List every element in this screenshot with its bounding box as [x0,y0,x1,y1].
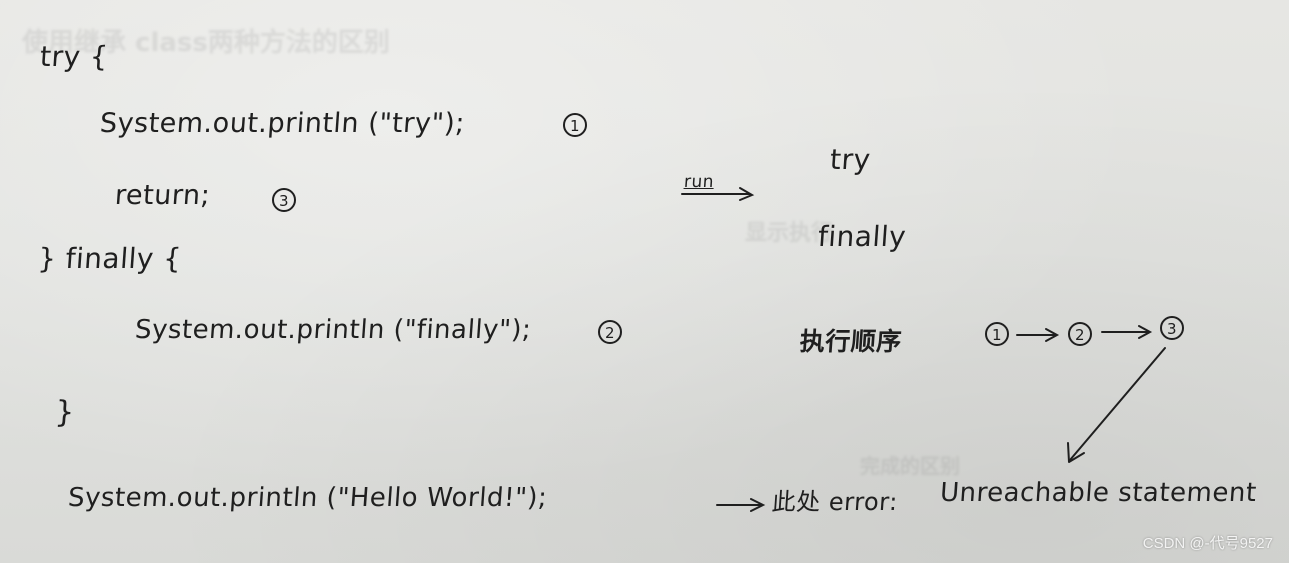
code-line-finally-open: } finally { [36,242,183,275]
execution-step-1: 1 [984,322,1010,346]
code-line-print-hello: System.out.println ("Hello World!"); [66,483,549,513]
circled-number: 1 [563,113,587,137]
circled-number: 2 [598,320,622,344]
step-marker-2: 2 [597,320,623,344]
order-arrow-icon [1101,325,1153,339]
output-line-try: try [828,143,872,176]
error-arrow-icon [716,498,766,512]
order-arrow-icon [1016,328,1060,342]
pointer-arrow-icon [1067,347,1166,463]
circled-number: 2 [1068,322,1092,346]
circled-number: 1 [985,322,1009,346]
watermark: CSDN @-代号9527 [1142,535,1273,552]
error-message: Unreachable statement [938,478,1258,508]
step-marker-1: 1 [562,113,588,137]
step-marker-3: 3 [271,188,297,212]
run-arrow-icon [681,187,755,201]
code-line-print-try: System.out.println ("try"); [99,108,466,139]
code-line-close: } [53,395,76,430]
circled-number: 3 [1160,316,1184,340]
code-line-print-finally: System.out.println ("finally"); [133,315,533,345]
code-line-return: return; [113,180,212,211]
output-line-finally: finally [816,220,908,253]
execution-order-label: 执行顺序 [798,327,903,356]
code-text: System.out.println ("try"); [98,108,466,139]
bleed-through-text: 完成的区别 [860,454,960,478]
error-label: 此处 error: [770,488,899,516]
circled-number: 3 [272,188,296,212]
execution-step-2: 2 [1067,322,1093,346]
execution-step-3: 3 [1159,316,1185,340]
code-line-try-open: try { [38,40,110,73]
